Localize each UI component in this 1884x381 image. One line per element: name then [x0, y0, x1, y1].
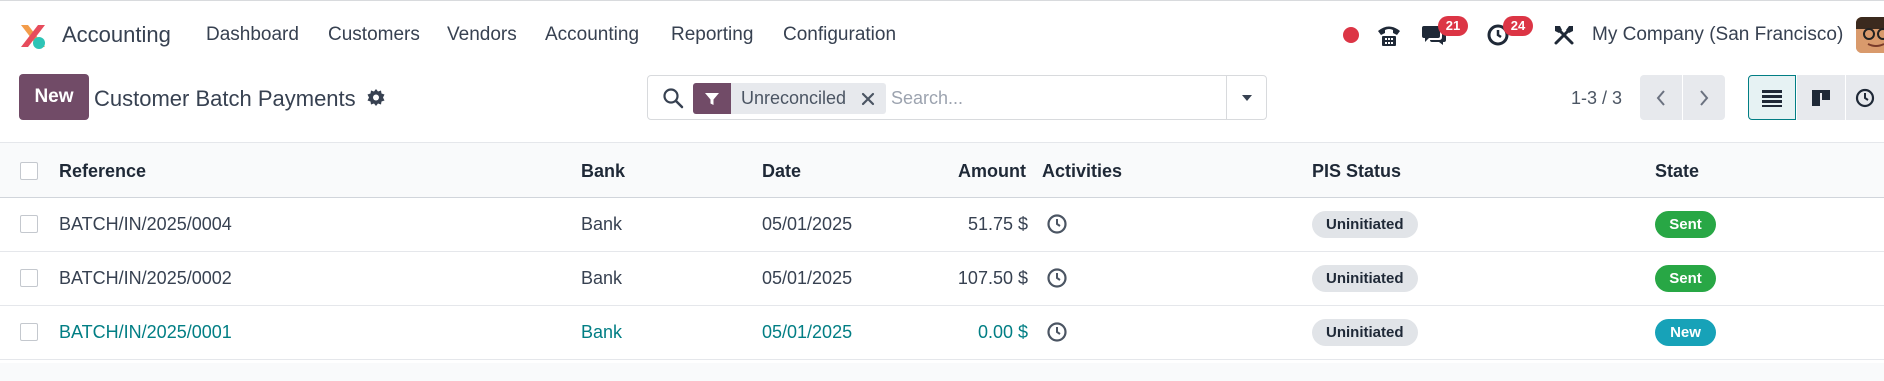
tools-icon[interactable]: [1550, 21, 1578, 49]
state-badge: Sent: [1655, 211, 1716, 238]
page-title: Customer Batch Payments: [94, 86, 356, 111]
top-navbar: Accounting Dashboard Customers Vendors A…: [0, 0, 1884, 66]
gear-icon[interactable]: [366, 88, 386, 108]
close-icon[interactable]: [856, 83, 880, 114]
company-switcher[interactable]: My Company (San Francisco): [1592, 24, 1843, 46]
row-checkbox[interactable]: [20, 269, 38, 287]
clock-icon: [1855, 88, 1875, 107]
pis-status-badge: Uninitiated: [1312, 265, 1418, 292]
state-badge: New: [1655, 319, 1716, 346]
row-bank: Bank: [581, 214, 623, 234]
pis-status-badge: Uninitiated: [1312, 319, 1418, 346]
row-checkbox[interactable]: [20, 323, 38, 341]
pis-status-badge: Uninitiated: [1312, 211, 1418, 238]
row-reference: BATCH/IN/2025/0004: [59, 214, 232, 234]
menu-vendors[interactable]: Vendors: [447, 24, 517, 46]
row-amount: 107.50 $: [957, 268, 1028, 288]
user-avatar[interactable]: [1856, 17, 1884, 53]
app-name[interactable]: Accounting: [62, 22, 171, 48]
menu-customers[interactable]: Customers: [328, 24, 420, 46]
chevron-right-icon: [1700, 89, 1709, 106]
column-state[interactable]: State: [1655, 161, 1699, 182]
menu-dashboard[interactable]: Dashboard: [206, 24, 299, 46]
row-checkbox[interactable]: [20, 215, 38, 233]
search-options-toggle[interactable]: [1226, 76, 1266, 119]
activities-badge: 24: [1503, 16, 1533, 36]
menu-accounting[interactable]: Accounting: [545, 24, 639, 46]
kanban-view-button[interactable]: [1797, 75, 1845, 120]
table-row[interactable]: BATCH/IN/2025/0001 Bank 05/01/2025 0.00 …: [0, 306, 1884, 360]
pager-next-button[interactable]: [1683, 75, 1725, 120]
row-bank: Bank: [581, 268, 623, 288]
list-header: Reference Bank Date Amount Activities PI…: [0, 142, 1884, 198]
row-amount[interactable]: 0.00 $: [828, 322, 1028, 343]
column-date[interactable]: Date: [762, 161, 801, 182]
pager-value[interactable]: 1-3 / 3: [1571, 88, 1622, 109]
column-activities[interactable]: Activities: [1042, 161, 1122, 182]
filter-icon: [693, 83, 731, 114]
row-amount: 51.75 $: [967, 214, 1028, 234]
list-view-button[interactable]: [1748, 75, 1796, 120]
select-all-checkbox[interactable]: [20, 162, 38, 180]
column-pis-status[interactable]: PIS Status: [1312, 161, 1401, 182]
messages-badge: 21: [1438, 16, 1468, 36]
chevron-left-icon: [1656, 89, 1665, 106]
menu-configuration[interactable]: Configuration: [783, 24, 896, 46]
list-footer: [0, 363, 1884, 381]
filter-facet[interactable]: Unreconciled: [693, 83, 887, 114]
caret-down-icon: [1241, 94, 1252, 101]
search-icon[interactable]: [662, 87, 684, 109]
pager-previous-button[interactable]: [1640, 75, 1682, 120]
column-reference[interactable]: Reference: [59, 161, 146, 182]
row-reference[interactable]: BATCH/IN/2025/0001: [59, 322, 232, 343]
menu-reporting[interactable]: Reporting: [671, 24, 753, 46]
search-input[interactable]: [891, 84, 1211, 112]
row-reference: BATCH/IN/2025/0002: [59, 268, 232, 288]
state-badge: Sent: [1655, 265, 1716, 292]
accounting-app-icon[interactable]: [18, 21, 48, 51]
activity-clock-icon[interactable]: [1046, 321, 1068, 343]
activity-clock-icon[interactable]: [1046, 213, 1068, 235]
row-bank[interactable]: Bank: [581, 322, 622, 343]
search-bar: Unreconciled: [647, 75, 1267, 120]
status-dot-icon[interactable]: [1337, 21, 1365, 49]
table-row[interactable]: BATCH/IN/2025/0002 Bank 05/01/2025 107.5…: [0, 252, 1884, 306]
list-icon: [1762, 89, 1782, 107]
phone-icon[interactable]: [1375, 21, 1403, 49]
column-amount[interactable]: Amount: [958, 161, 1026, 182]
new-button[interactable]: New: [19, 74, 89, 120]
table-row[interactable]: BATCH/IN/2025/0004 Bank 05/01/2025 51.75…: [0, 198, 1884, 252]
column-bank[interactable]: Bank: [581, 161, 625, 182]
activity-view-button[interactable]: [1846, 75, 1884, 120]
kanban-icon: [1812, 89, 1830, 106]
activity-clock-icon[interactable]: [1046, 267, 1068, 289]
facet-label: Unreconciled: [741, 88, 847, 108]
